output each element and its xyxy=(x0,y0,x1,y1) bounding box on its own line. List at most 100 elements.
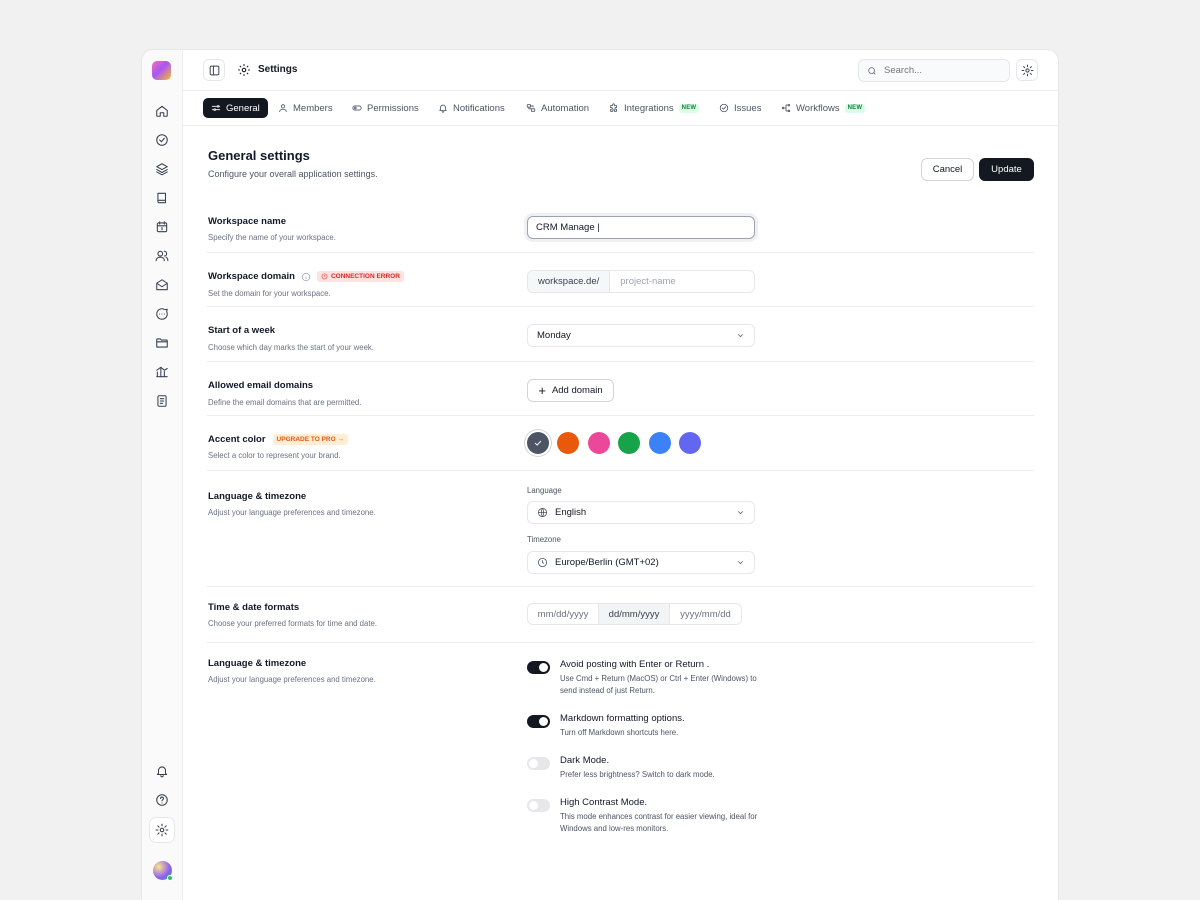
workspace-name-input[interactable] xyxy=(528,222,754,233)
selected-timezone: Europe/Berlin (GMT+02) xyxy=(528,557,736,568)
settings-gear-icon xyxy=(237,63,251,77)
row-description: Adjust your language preferences and tim… xyxy=(208,508,376,517)
tab-workflows[interactable]: Workflows NEW xyxy=(773,98,873,118)
tab-label: Members xyxy=(293,102,333,114)
message-icon[interactable] xyxy=(153,305,171,323)
tab-permissions[interactable]: Permissions xyxy=(344,98,427,118)
layers-icon[interactable] xyxy=(153,160,171,178)
workspace-name-row: Workspace name Specify the name of your … xyxy=(207,198,1034,253)
folder-icon[interactable] xyxy=(153,334,171,352)
tab-issues[interactable]: Issues xyxy=(711,98,769,118)
accent-color-row: Accent color UPGRADE TO PRO → Select a c… xyxy=(207,416,1034,471)
option-title: Avoid posting with Enter or Return . xyxy=(560,659,710,670)
toggle-high-contrast[interactable] xyxy=(527,799,550,812)
week-start-row: Start of a week Choose which day marks t… xyxy=(207,307,1034,362)
online-status-dot xyxy=(167,875,173,881)
tab-notifications[interactable]: Notifications xyxy=(430,98,513,118)
tab-label: Workflows xyxy=(796,102,840,114)
row-title-text: Workspace domain xyxy=(208,271,295,282)
search-input[interactable] xyxy=(884,65,994,76)
option-description: Use Cmd + Return (MacOS) or Ctrl + Enter… xyxy=(560,674,757,695)
badge-text: CONNECTION ERROR xyxy=(330,273,400,280)
option-description: Turn off Markdown shortcuts here. xyxy=(560,728,679,737)
format-option-ddmmyyyy[interactable]: dd/mm/yyyy xyxy=(599,604,670,624)
color-swatch[interactable] xyxy=(557,432,580,454)
add-domain-button[interactable]: + Add domain xyxy=(527,379,614,402)
color-swatch[interactable] xyxy=(527,432,549,454)
bell-icon[interactable] xyxy=(153,762,171,780)
new-badge: NEW xyxy=(844,103,866,113)
gear-icon[interactable] xyxy=(149,817,175,843)
info-icon[interactable] xyxy=(301,272,311,282)
home-icon[interactable] xyxy=(153,102,171,120)
clock-icon xyxy=(537,557,548,568)
tab-automation[interactable]: Automation xyxy=(518,98,597,118)
color-swatch[interactable] xyxy=(679,432,701,454)
date-format-group: mm/dd/yyyy dd/mm/yyyy yyyy/mm/dd xyxy=(527,603,742,625)
format-option-mmddyyyy[interactable]: mm/dd/yyyy xyxy=(528,604,599,624)
user-icon xyxy=(279,104,287,113)
update-button[interactable]: Update xyxy=(979,158,1034,181)
icon-rail xyxy=(142,50,183,900)
chevron-down-icon xyxy=(737,511,744,515)
gear-icon xyxy=(1021,64,1033,76)
option-description: This mode enhances contrast for easier v… xyxy=(560,812,758,833)
color-swatch[interactable] xyxy=(587,432,610,454)
workspace-domain-row: Workspace domain CONNECTION ERROR Set th… xyxy=(207,253,1034,307)
chart-icon[interactable] xyxy=(153,363,171,381)
search-icon xyxy=(868,66,876,75)
workspace-domain-field[interactable]: workspace.de/ project-name xyxy=(527,270,755,293)
chevron-down-icon xyxy=(737,334,744,338)
timezone-select[interactable]: Europe/Berlin (GMT+02) xyxy=(527,551,755,574)
row-title: Workspace name xyxy=(208,216,286,227)
book-icon[interactable] xyxy=(153,189,171,207)
connection-error-badge: CONNECTION ERROR xyxy=(316,271,404,282)
sliders-icon xyxy=(211,105,221,111)
automation-icon xyxy=(526,104,536,112)
row-title: Language & timezone xyxy=(208,658,307,669)
language-label: Language xyxy=(527,486,562,495)
search-box[interactable] xyxy=(858,59,1010,82)
cancel-button[interactable]: Cancel xyxy=(921,158,974,181)
page-breadcrumb: Settings xyxy=(258,64,298,75)
timezone-label: Timezone xyxy=(527,535,561,544)
tab-label: Permissions xyxy=(367,102,419,114)
settings-button[interactable] xyxy=(1016,59,1038,81)
page-title: General settings xyxy=(208,148,310,163)
color-swatch[interactable] xyxy=(618,432,641,454)
toggle-avoid-enter[interactable] xyxy=(527,661,550,674)
calendar-icon[interactable] xyxy=(153,218,171,236)
week-start-select[interactable]: Monday xyxy=(527,324,755,347)
option-title: Dark Mode. xyxy=(560,755,610,766)
chevron-down-icon xyxy=(737,561,744,565)
check-circle-icon[interactable] xyxy=(153,131,171,149)
toggle-markdown[interactable] xyxy=(527,715,550,728)
button-label: Add domain xyxy=(551,385,603,396)
mail-icon[interactable] xyxy=(153,276,171,294)
workspace-name-field[interactable] xyxy=(527,216,755,239)
domain-input-placeholder[interactable]: project-name xyxy=(610,276,675,287)
alert-icon xyxy=(321,273,328,280)
tab-integrations[interactable]: Integrations NEW xyxy=(601,98,707,118)
tab-members[interactable]: Members xyxy=(270,98,341,118)
app-logo[interactable] xyxy=(152,61,171,80)
color-swatch[interactable] xyxy=(648,432,671,454)
bell-icon xyxy=(439,104,447,113)
check-circle-icon xyxy=(719,103,729,113)
language-select[interactable]: English xyxy=(527,501,755,524)
toggle-icon xyxy=(352,105,362,111)
upgrade-pro-badge[interactable]: UPGRADE TO PRO → xyxy=(272,434,348,445)
panel-icon xyxy=(209,65,219,75)
row-title: Allowed email domains xyxy=(208,380,314,391)
users-icon[interactable] xyxy=(153,247,171,265)
tab-general[interactable]: General xyxy=(203,98,268,118)
row-title: Time & date formats xyxy=(208,602,300,613)
row-description: Specify the name of your workspace. xyxy=(208,233,336,242)
sidebar-toggle-button[interactable] xyxy=(203,59,225,81)
help-icon[interactable] xyxy=(153,791,171,809)
formats-row: Time & date formats Choose your preferre… xyxy=(207,587,1034,643)
format-option-yyyymmdd[interactable]: yyyy/mm/dd xyxy=(670,604,741,624)
toggle-dark-mode[interactable] xyxy=(527,757,550,770)
domain-prefix: workspace.de/ xyxy=(528,271,611,292)
document-icon[interactable] xyxy=(153,392,171,410)
